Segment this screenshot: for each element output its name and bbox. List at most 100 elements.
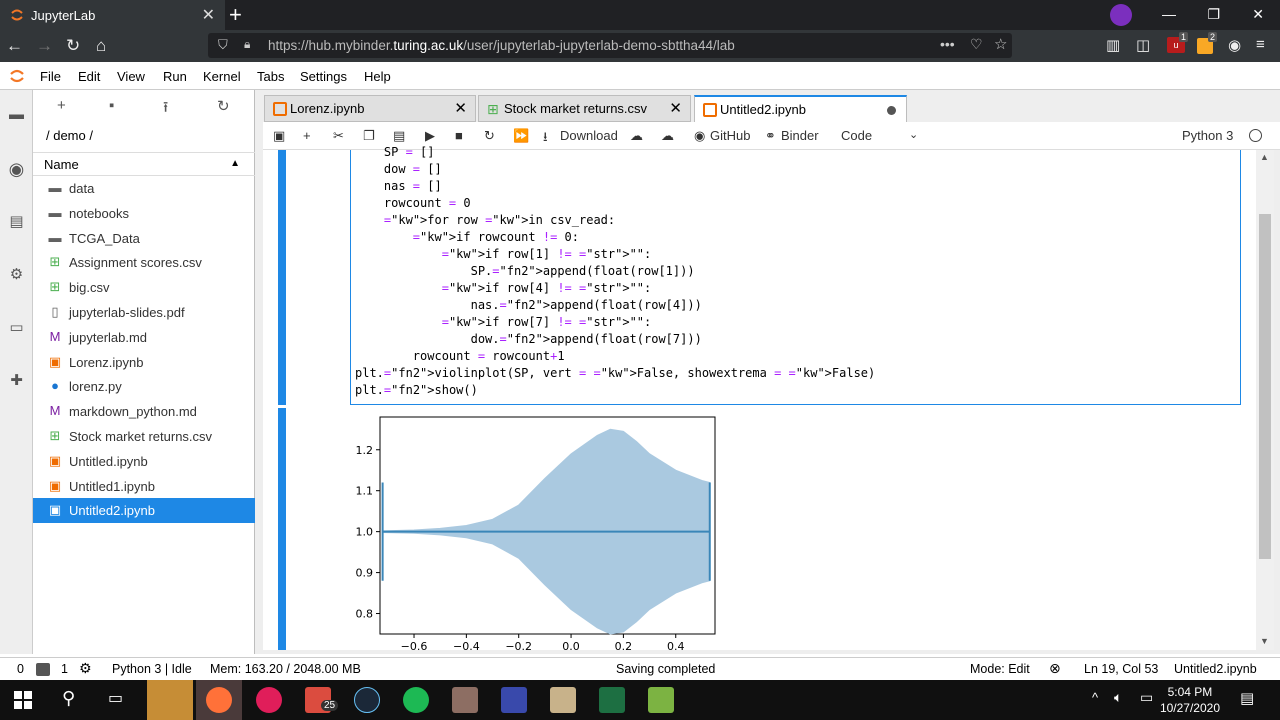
file-item[interactable]: ⊞ big.csv — [33, 275, 255, 300]
running-icon[interactable]: ◉ — [7, 159, 26, 179]
cloud-download-icon[interactable]: ☁ — [630, 128, 643, 144]
kernel-name[interactable]: Python 3 — [1182, 128, 1233, 143]
code-line[interactable]: dow = [] — [355, 162, 442, 176]
kernel-status[interactable]: Python 3 | Idle — [112, 662, 192, 676]
refresh-icon[interactable]: ↻ — [217, 97, 230, 115]
tabs-icon[interactable]: ▭ — [7, 318, 26, 337]
library-icon[interactable]: ▥ — [1106, 36, 1120, 54]
code-line[interactable]: SP.="fn2">append(float(row[1])) — [355, 264, 695, 278]
output-collapser-bar[interactable] — [278, 408, 286, 650]
cell-type-select[interactable]: Code — [841, 128, 872, 143]
download-icon[interactable]: ⭳ — [543, 128, 548, 150]
address-bar[interactable]: ⛉ 🔒︎ https://hub.mybinder.turing.ac.uk/u… — [208, 33, 1012, 58]
reload-icon[interactable]: ↻ — [66, 36, 80, 56]
folder-icon[interactable]: ▬ — [7, 106, 26, 125]
back-icon[interactable]: ← — [6, 36, 23, 56]
forward-icon[interactable]: → — [36, 36, 53, 56]
menu-view[interactable]: View — [117, 69, 145, 84]
commands-icon[interactable]: ▤ — [7, 212, 26, 231]
code-line[interactable]: plt.="fn2">violinplot(SP, vert = ="kw">F… — [355, 366, 875, 380]
menu-run[interactable]: Run — [163, 69, 187, 84]
github-button[interactable]: GitHub — [710, 128, 750, 143]
github-icon[interactable]: ◉ — [694, 128, 705, 144]
code-line[interactable]: plt.="fn2">show() — [355, 383, 478, 397]
notepad-icon[interactable] — [648, 687, 674, 713]
code-line[interactable]: ="kw">for row ="kw">in csv_read: — [355, 213, 615, 227]
extensions-icon[interactable]: ✚ — [7, 371, 26, 390]
file-item[interactable]: Mmarkdown_python.md — [33, 399, 255, 424]
file-list-header[interactable]: Name ▲ — [33, 152, 255, 176]
spotify-icon[interactable] — [403, 687, 429, 713]
file-item[interactable]: ▣ Untitled2.ipynb — [33, 498, 255, 524]
cell-selection-bar[interactable] — [278, 150, 286, 405]
menu-edit[interactable]: Edit — [78, 69, 100, 84]
menu-icon[interactable]: ≡ — [1256, 36, 1265, 53]
scroll-up-icon[interactable]: ▲ — [1260, 152, 1269, 162]
tab-lorenz[interactable]: Lorenz.ipynb ✕ — [264, 95, 476, 122]
pocket-icon[interactable]: ♡ — [970, 36, 983, 53]
code-cell-editor[interactable]: SP = [] dow = [] nas = [] rowcount = 0 =… — [350, 145, 1241, 405]
code-line[interactable]: ="kw">if row[1] != ="str">"": — [355, 247, 652, 261]
code-line[interactable]: nas.="fn2">append(float(row[4])) — [355, 298, 702, 312]
download-button[interactable]: Download — [560, 128, 618, 143]
minimize-icon[interactable]: — — [1162, 6, 1176, 22]
run-icon[interactable]: ▶ — [425, 128, 435, 144]
file-item[interactable]: ▯ jupyterlab-slides.pdf — [33, 300, 255, 325]
network-icon[interactable]: ▭ — [1140, 689, 1153, 706]
firefox-taskbar-active[interactable] — [196, 680, 242, 720]
task-view-icon[interactable]: ▭ — [108, 688, 123, 708]
sidebar-icon[interactable]: ◫ — [1136, 36, 1150, 54]
books-app-icon[interactable] — [452, 687, 478, 713]
browser-tab[interactable]: JupyterLab ✕ — [0, 0, 225, 30]
bookmark-star-icon[interactable]: ☆ — [994, 35, 1007, 53]
binder-icon[interactable]: ⚭ — [765, 128, 776, 144]
cut-icon[interactable]: ✂ — [333, 128, 344, 144]
home-icon[interactable]: ⌂ — [96, 36, 106, 56]
file-item[interactable]: ▬ notebooks — [33, 201, 255, 226]
code-line[interactable]: ="kw">if rowcount != 0: — [355, 230, 579, 244]
notes-app-icon[interactable] — [550, 687, 576, 713]
breadcrumb[interactable]: / demo / — [46, 128, 93, 143]
clock[interactable]: 5:04 PM 10/27/2020 — [1160, 685, 1220, 715]
menu-kernel[interactable]: Kernel — [203, 69, 241, 84]
insert-cell-icon[interactable]: + — [303, 128, 311, 143]
code-line[interactable]: rowcount = 0 — [355, 196, 471, 210]
tab-untitled2[interactable]: Untitled2.ipynb — [694, 95, 907, 122]
new-launcher-icon[interactable]: + — [57, 97, 66, 114]
menu-tabs[interactable]: Tabs — [257, 69, 284, 84]
file-item[interactable]: ▣ Lorenz.ipynb — [33, 350, 255, 375]
file-explorer-icon[interactable] — [147, 680, 193, 720]
slack-icon[interactable] — [256, 687, 282, 713]
binder-button[interactable]: Binder — [781, 128, 819, 143]
file-item[interactable]: ▬ TCGA_Data — [33, 226, 255, 251]
restore-icon[interactable]: ❐ — [1207, 6, 1220, 23]
code-line[interactable]: nas = [] — [355, 179, 442, 193]
file-item[interactable]: ▬ data — [33, 176, 255, 201]
account-icon[interactable]: ◉ — [1228, 36, 1241, 54]
search-icon[interactable]: ⚲ — [62, 688, 75, 709]
stop-icon[interactable]: ■ — [455, 128, 463, 143]
more-actions-icon[interactable]: ••• — [940, 36, 955, 52]
notifications-icon[interactable]: ▤ — [1240, 689, 1254, 707]
code-line[interactable]: ="kw">if row[7] != ="str">"": — [355, 315, 652, 329]
save-icon[interactable]: ▣ — [273, 128, 285, 144]
menu-file[interactable]: File — [40, 69, 61, 84]
status-kernels[interactable]: 1 — [61, 662, 68, 676]
file-item[interactable]: Mjupyterlab.md — [33, 325, 255, 350]
file-item[interactable]: ⊞ Stock market returns.csv — [33, 424, 255, 449]
scroll-down-icon[interactable]: ▼ — [1260, 636, 1269, 646]
name-column-header[interactable]: Name — [44, 157, 79, 172]
chevron-up-icon[interactable]: ^ — [1092, 690, 1098, 705]
file-item[interactable]: ⊞ Assignment scores.csv — [33, 250, 255, 275]
upload-icon[interactable]: ⭱ — [163, 97, 168, 122]
file-item[interactable]: ▣ Untitled1.ipynb — [33, 474, 255, 499]
cursor-position[interactable]: Ln 19, Col 53 — [1084, 662, 1158, 676]
volume-icon[interactable]: 🔈︎ — [1114, 689, 1122, 706]
restart-icon[interactable]: ↻ — [484, 128, 495, 144]
code-line[interactable]: rowcount = rowcount+1 — [355, 349, 565, 363]
new-folder-icon[interactable]: ▪ — [109, 97, 114, 114]
menu-settings[interactable]: Settings — [300, 69, 347, 84]
shield-icon[interactable]: ⛉ — [218, 37, 228, 53]
new-tab-button[interactable]: + — [229, 2, 242, 28]
debug-icon[interactable]: ⊗ — [1049, 660, 1061, 677]
